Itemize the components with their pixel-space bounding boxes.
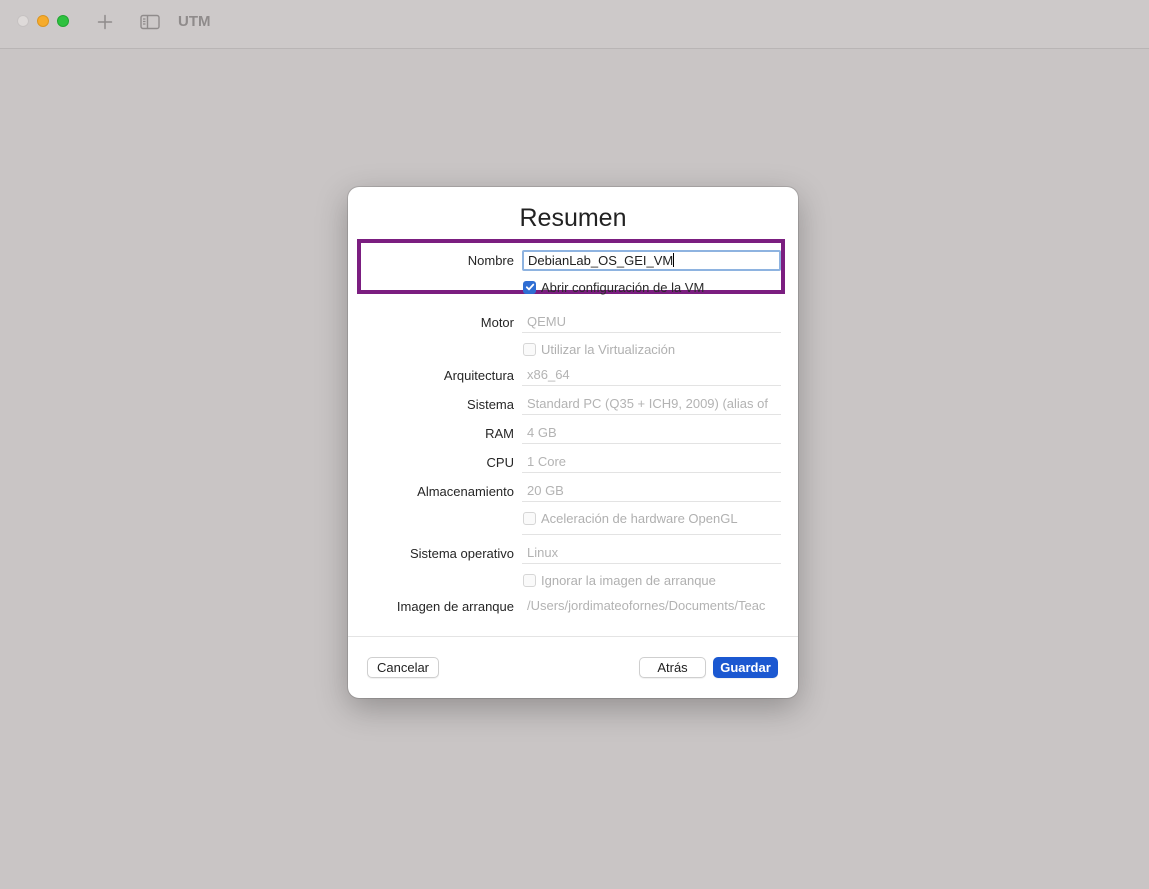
boot-image-label: Imagen de arranque — [396, 599, 514, 614]
save-button[interactable]: Guardar — [713, 657, 778, 678]
ram-field: 4 GB — [522, 422, 781, 444]
engine-label: Motor — [480, 315, 514, 330]
plus-icon — [97, 14, 113, 30]
boot-image-field: /Users/jordimateofornes/Documents/Teac — [527, 598, 766, 613]
minimize-window-button[interactable] — [37, 15, 49, 27]
os-label: Sistema operativo — [409, 546, 514, 561]
cpu-label: CPU — [486, 455, 514, 470]
toggle-sidebar-button[interactable] — [139, 10, 161, 34]
opengl-checkbox — [523, 511, 536, 525]
opengl-checkbox-row: Aceleración de hardware OpenGL — [523, 508, 738, 528]
os-field: Linux — [522, 542, 781, 564]
text-cursor — [673, 253, 675, 267]
back-button[interactable]: Atrás — [639, 657, 706, 678]
zoom-window-button[interactable] — [57, 15, 69, 27]
skip-boot-checkbox — [523, 573, 536, 587]
virtualization-label: Utilizar la Virtualización — [541, 341, 676, 357]
system-field: Standard PC (Q35 + ICH9, 2009) (alias of — [522, 393, 781, 415]
sidebar-icon — [140, 14, 160, 30]
ram-label: RAM — [485, 426, 514, 441]
dialog-title: Resumen — [519, 204, 627, 232]
summary-dialog: Resumen Nombre DebianLab_OS_GEI_VM Abrir… — [348, 187, 798, 698]
open-config-label: Abrir configuración de la VM — [541, 279, 705, 295]
open-config-checkbox-row[interactable]: Abrir configuración de la VM — [523, 277, 704, 297]
virtualization-checkbox-row: Utilizar la Virtualización — [523, 339, 675, 359]
checkmark-icon — [525, 283, 534, 291]
architecture-label: Arquitectura — [443, 368, 514, 383]
system-label: Sistema — [467, 397, 514, 412]
engine-field: QEMU — [522, 311, 781, 333]
name-input-value: DebianLab_OS_GEI_VM — [528, 253, 674, 268]
virtualization-checkbox — [523, 342, 536, 356]
footer-divider — [348, 636, 798, 637]
skip-boot-checkbox-row: Ignorar la imagen de arranque — [523, 570, 716, 590]
window-titlebar: UTM — [0, 0, 1149, 49]
open-config-checkbox[interactable] — [523, 280, 536, 294]
window-title: UTM — [178, 13, 211, 30]
skip-boot-label: Ignorar la imagen de arranque — [541, 572, 716, 588]
opengl-label: Aceleración de hardware OpenGL — [541, 510, 738, 526]
storage-label: Almacenamiento — [417, 484, 514, 499]
cpu-field: 1 Core — [522, 451, 781, 473]
close-window-button[interactable] — [17, 15, 29, 27]
cancel-button[interactable]: Cancelar — [367, 657, 439, 678]
name-input[interactable]: DebianLab_OS_GEI_VM — [522, 250, 781, 271]
opengl-divider — [522, 534, 781, 535]
architecture-field: x86_64 — [522, 364, 781, 386]
add-vm-button[interactable] — [94, 10, 116, 34]
storage-field: 20 GB — [522, 480, 781, 502]
name-label: Nombre — [467, 253, 514, 268]
